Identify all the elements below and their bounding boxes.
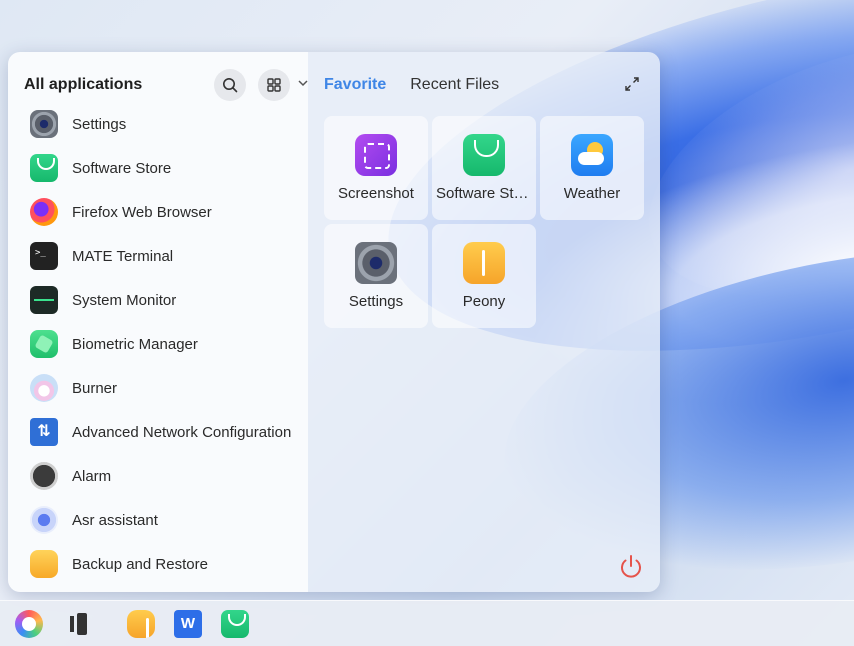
app-label: Firefox Web Browser [72,203,212,221]
alarm-icon [30,462,58,490]
start-menu-icon[interactable] [15,610,43,638]
asr-icon [30,506,58,534]
app-label: MATE Terminal [72,247,174,265]
app-label: Settings [72,115,127,133]
search-icon [223,78,238,93]
app-label: Advanced Network Configuration [72,423,292,441]
app-label: Asr assistant [72,511,158,529]
favorites-panel: Favorite Recent Files Screenshot Softwar… [308,52,660,592]
power-icon[interactable] [616,552,646,582]
favorites-grid: Screenshot Software Store Weather Settin… [324,116,644,328]
app-label: System Monitor [72,291,177,309]
tab-recent-files[interactable]: Recent Files [410,76,499,94]
all-applications-panel: All applications Settings Software Store… [8,52,308,592]
app-item-software-store[interactable]: Software Store [8,146,308,190]
app-item-asr-assistant[interactable]: Asr assistant [8,498,308,542]
favorite-tile-weather[interactable]: Weather [540,116,644,220]
tile-label: Peony [462,293,506,310]
app-item-firefox[interactable]: Firefox Web Browser [8,190,308,234]
settings-icon [355,242,397,284]
favorite-tile-software-store[interactable]: Software Store [432,116,536,220]
terminal-icon: >_ [30,242,58,270]
app-label: Alarm [72,467,112,485]
peony-icon [463,242,505,284]
app-item-backup-restore[interactable]: Backup and Restore [8,542,308,586]
tile-label: Screenshot [338,185,414,202]
multitask-icon[interactable] [68,610,96,638]
backup-icon [30,550,58,578]
app-item-advanced-network[interactable]: ⇅ Advanced Network Configuration [8,410,308,454]
tile-label: Settings [348,293,404,310]
software-store-icon[interactable] [221,610,249,638]
network-icon: ⇅ [30,418,58,446]
wps-icon[interactable]: W [174,610,202,638]
weather-icon [571,134,613,176]
tile-label: Software Store [436,185,532,202]
search-button[interactable] [214,69,246,101]
view-mode-button[interactable] [258,69,290,101]
burner-icon [30,374,58,402]
screenshot-icon [355,134,397,176]
application-list: Settings Software Store Firefox Web Brow… [8,102,308,586]
app-label: Backup and Restore [72,555,208,573]
system-monitor-icon [30,286,58,314]
all-applications-title: All applications [24,76,143,93]
start-menu: All applications Settings Software Store… [8,52,660,592]
biometric-icon [30,330,58,358]
tab-bar: Favorite Recent Files [324,76,499,94]
software-store-icon [30,154,58,182]
peony-icon[interactable] [127,610,155,638]
software-store-icon [463,134,505,176]
app-item-system-monitor[interactable]: System Monitor [8,278,308,322]
app-item-alarm[interactable]: Alarm [8,454,308,498]
favorite-tile-screenshot[interactable]: Screenshot [324,116,428,220]
grid-view-icon [267,78,281,92]
expand-icon[interactable] [624,76,640,92]
firefox-icon [30,198,58,226]
app-label: Biometric Manager [72,335,198,353]
favorite-tile-settings[interactable]: Settings [324,224,428,328]
tab-favorite[interactable]: Favorite [324,76,386,94]
app-label: Software Store [72,159,172,177]
tile-label: Weather [563,185,621,202]
app-item-settings[interactable]: Settings [8,102,308,146]
app-item-mate-terminal[interactable]: >_ MATE Terminal [8,234,308,278]
settings-icon [30,110,58,138]
app-item-burner[interactable]: Burner [8,366,308,410]
favorite-tile-peony[interactable]: Peony [432,224,536,328]
app-label: Burner [72,379,118,397]
app-item-biometric-manager[interactable]: Biometric Manager [8,322,308,366]
taskbar: W [0,600,854,646]
